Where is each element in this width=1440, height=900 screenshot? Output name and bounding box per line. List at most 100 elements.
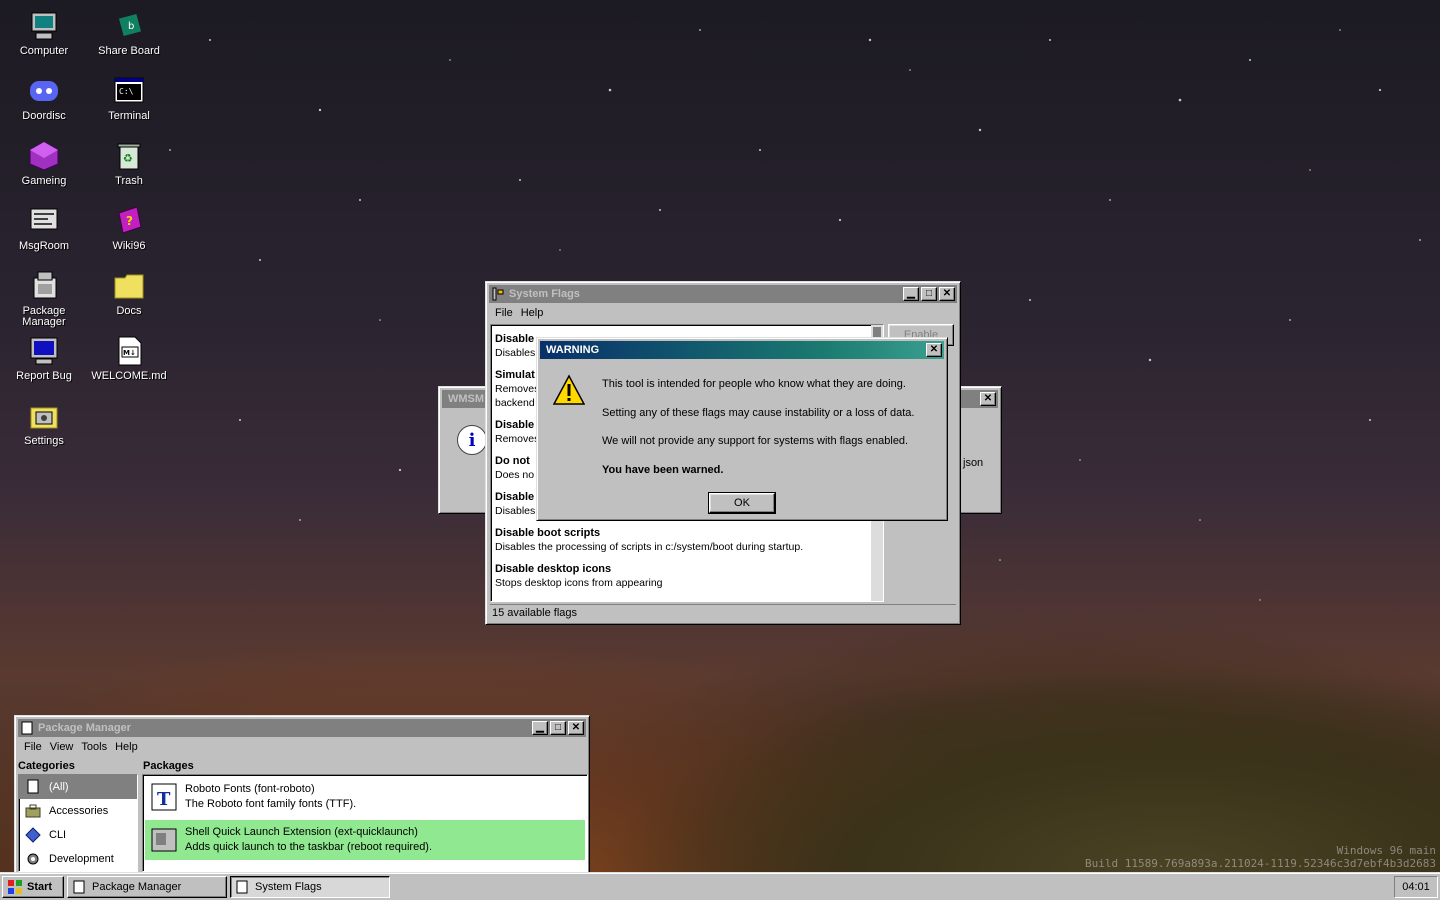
- desktop-icon-label: Report Bug: [16, 370, 72, 382]
- warning-titlebar[interactable]: WARNING ✕: [540, 341, 944, 359]
- desktop-icon-trash[interactable]: ♻ Trash: [89, 140, 169, 187]
- warning-close-button[interactable]: ✕: [926, 343, 942, 357]
- desktop-icon-welcome-md[interactable]: M↓ WELCOME.md: [89, 335, 169, 382]
- packages-list[interactable]: T Roboto Fonts (font-roboto) The Roboto fo…: [142, 774, 588, 872]
- desktop-icon-computer[interactable]: Computer: [4, 10, 84, 57]
- taskbar-task-package-manager[interactable]: Package Manager: [67, 875, 227, 898]
- wiki96-icon: ?: [113, 205, 145, 237]
- maximize-button[interactable]: □: [921, 287, 937, 301]
- info-icon: i: [457, 425, 487, 455]
- warning-title: WARNING: [546, 344, 600, 356]
- build-watermark: Windows 96 main Build 11589.769a893a.211…: [1085, 844, 1436, 870]
- desktop-icon-label: MsgRoom: [18, 240, 70, 252]
- pm-minimize-button[interactable]: ▁: [532, 721, 548, 735]
- category-item-cli[interactable]: CLI: [19, 823, 137, 847]
- svg-text:♻: ♻: [123, 152, 133, 165]
- cli-icon: [25, 827, 41, 843]
- pm-menu-file[interactable]: File: [22, 741, 48, 753]
- pm-maximize-button[interactable]: □: [550, 721, 566, 735]
- desktop-icon-share-board[interactable]: b Share Board: [89, 10, 169, 57]
- package-manager-menubar: File View Tools Help: [18, 737, 586, 757]
- category-item-all[interactable]: (All): [19, 775, 137, 799]
- desktop-icon-label: Settings: [24, 435, 64, 447]
- category-label: CLI: [49, 829, 67, 841]
- warning-dialog[interactable]: WARNING ✕ This tool is intended for peop…: [536, 337, 948, 521]
- desktop-icon-label: Computer: [19, 45, 69, 57]
- package-description: The Roboto font family fonts (TTF).: [185, 798, 357, 810]
- system-tray-clock[interactable]: 04:01: [1394, 875, 1438, 898]
- svg-text:b: b: [128, 21, 134, 32]
- desktop-icon-gameing[interactable]: Gameing: [4, 140, 84, 187]
- warning-icon: [552, 374, 586, 409]
- minimize-button[interactable]: ▁: [903, 287, 919, 301]
- desktop-icon-label: Share Board: [98, 45, 160, 57]
- warning-line-2: Setting any of these flags may cause ins…: [602, 407, 915, 419]
- flag-description: Stops desktop icons from appearing: [495, 577, 663, 589]
- package-item[interactable]: Shell Quick Launch Extension (ext-quickl…: [145, 820, 585, 860]
- menu-file[interactable]: File: [493, 307, 519, 319]
- desktop-icon-label: Package Manager: [22, 305, 66, 328]
- flag-description: Disables the processing of scripts in c:…: [495, 541, 804, 553]
- wmsm-close-button[interactable]: ✕: [980, 392, 996, 406]
- desktop-icon-package-manager[interactable]: Package Manager: [4, 270, 84, 328]
- desktop-icon-msgroom[interactable]: MsgRoom: [4, 205, 84, 252]
- gameing-icon: [28, 140, 60, 172]
- pm-menu-tools[interactable]: Tools: [79, 741, 113, 753]
- desktop-icon-wiki96[interactable]: ? Wiki96: [89, 205, 169, 252]
- ok-button[interactable]: OK: [708, 492, 776, 514]
- taskbar: Start Package Manager System Flags 04:01: [0, 872, 1440, 900]
- pm-menu-help[interactable]: Help: [113, 741, 144, 753]
- svg-text:M↓: M↓: [123, 349, 136, 357]
- trash-icon: ♻: [113, 140, 145, 172]
- flag-item[interactable]: Disable boot scripts Disables the process…: [491, 526, 883, 554]
- categories-header: Categories: [18, 760, 75, 772]
- package-item[interactable]: T Roboto Fonts (font-roboto) The Roboto fo…: [145, 777, 585, 817]
- start-button[interactable]: Start: [2, 875, 64, 898]
- flag-title: Disable desktop icons: [495, 563, 612, 575]
- start-logo-icon: [7, 879, 23, 895]
- pm-menu-view[interactable]: View: [48, 741, 80, 753]
- accessories-icon: [25, 803, 41, 819]
- desktop-icon-doordisc[interactable]: Doordisc: [4, 75, 84, 122]
- msgroom-icon: [28, 205, 60, 237]
- menu-help[interactable]: Help: [519, 307, 550, 319]
- taskbar-task-system-flags[interactable]: System Flags: [230, 875, 390, 898]
- category-item-accessories[interactable]: Accessories: [19, 799, 137, 823]
- desktop-icon-settings[interactable]: Settings: [4, 400, 84, 447]
- package-manager-window[interactable]: Package Manager ▁ □ ✕ File View Tools He…: [14, 715, 590, 875]
- report-bug-icon: [28, 335, 60, 367]
- package-manager-titlebar[interactable]: Package Manager ▁ □ ✕: [18, 719, 586, 737]
- category-item-development[interactable]: Development: [19, 847, 137, 871]
- desktop-icon-label: Trash: [115, 175, 143, 187]
- package-description: Adds quick launch to the taskbar (reboot…: [185, 841, 433, 853]
- development-icon: [25, 851, 41, 867]
- computer-icon: [28, 10, 60, 42]
- flags-status-text: 15 available flags: [492, 607, 578, 619]
- pm-close-button[interactable]: ✕: [568, 721, 584, 735]
- doordisc-icon: [28, 75, 60, 107]
- share-board-icon: b: [113, 10, 145, 42]
- warning-line-3: We will not provide any support for syst…: [602, 435, 909, 447]
- category-label: Development: [49, 853, 114, 865]
- ok-button-label: OK: [734, 497, 750, 509]
- flag-title: Disable boot scripts: [495, 527, 601, 539]
- desktop-icon-report-bug[interactable]: Report Bug: [4, 335, 84, 382]
- close-button[interactable]: ✕: [939, 287, 955, 301]
- watermark-line-2: Build 11589.769a893a.211024-1119.52346c3…: [1085, 857, 1436, 870]
- categories-list[interactable]: (All) Accessories CLI Development: [18, 774, 138, 872]
- settings-icon: [28, 400, 60, 432]
- desktop-icon-docs[interactable]: Docs: [89, 270, 169, 317]
- system-flags-titlebar[interactable]: System Flags ▁ □ ✕: [489, 285, 957, 303]
- svg-text:?: ?: [126, 214, 133, 228]
- package-name: Shell Quick Launch Extension (ext-quickl…: [185, 826, 418, 838]
- package-manager-app-icon: [20, 721, 34, 735]
- system-flags-task-icon: [235, 880, 249, 894]
- taskbar-task-label: Package Manager: [92, 880, 182, 893]
- svg-text:T: T: [157, 789, 171, 810]
- flag-item[interactable]: Disable desktop icons Stops desktop icons…: [491, 562, 883, 590]
- desktop-icon-terminal[interactable]: C:\ Terminal: [89, 75, 169, 122]
- clock-text: 04:01: [1402, 880, 1430, 893]
- warning-line-1: This tool is intended for people who kno…: [602, 378, 906, 390]
- package-manager-task-icon: [72, 880, 86, 894]
- system-flags-title: System Flags: [509, 288, 580, 300]
